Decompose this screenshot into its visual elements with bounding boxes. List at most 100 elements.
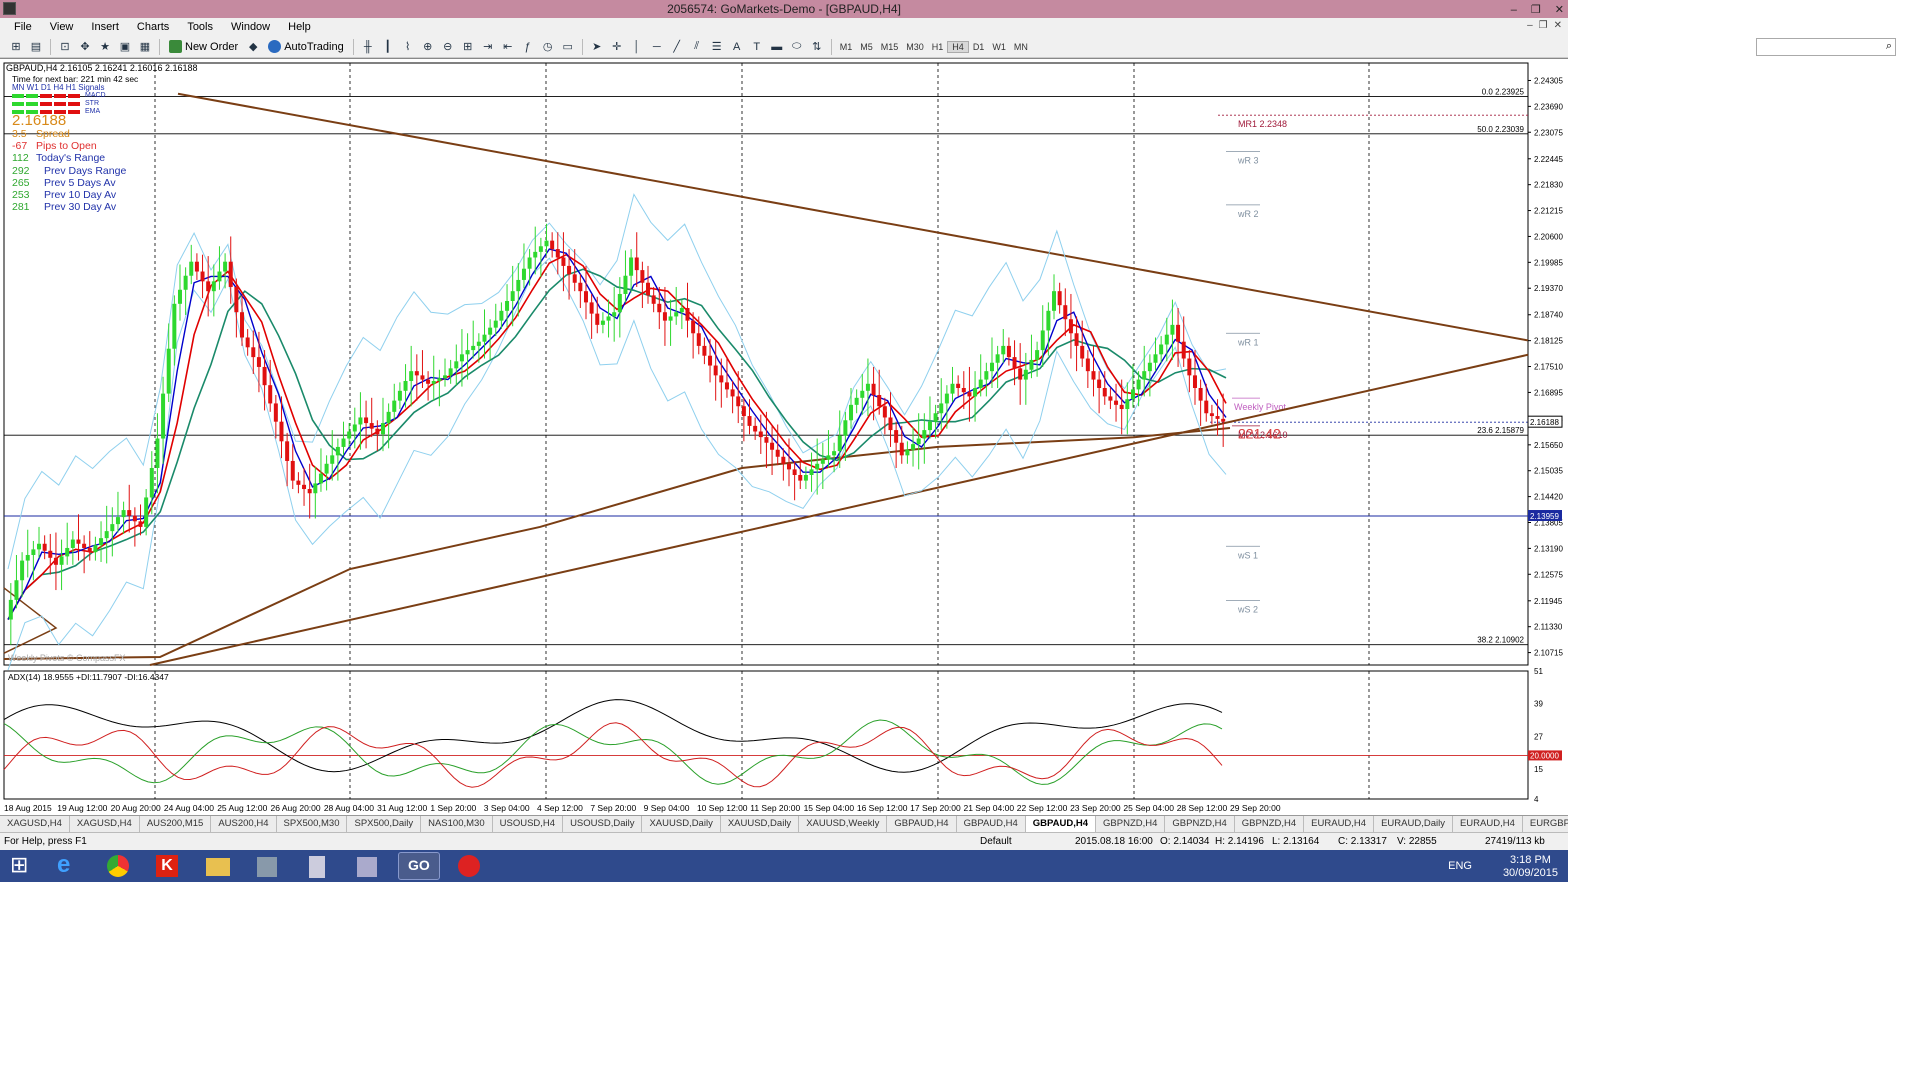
timeframe-mn[interactable]: MN (1010, 42, 1032, 52)
chart-tab[interactable]: XAUUSD,Daily (642, 816, 721, 832)
search-input[interactable]: ⌕ (1756, 38, 1896, 56)
ie-taskbar-icon[interactable]: e (46, 851, 88, 880)
candle-body (1091, 371, 1096, 380)
tester-icon[interactable]: ▦ (136, 38, 154, 56)
chrome-taskbar-icon[interactable] (96, 852, 138, 880)
chart-tab[interactable]: EURAUD,Daily (1374, 816, 1453, 832)
menu-file[interactable]: File (4, 18, 40, 36)
chart-tab[interactable]: USOUSD,Daily (563, 816, 643, 832)
candle-body (65, 547, 70, 557)
meta-editor-icon[interactable]: ◆ (244, 38, 262, 56)
candle-body (459, 354, 464, 362)
profile-name[interactable]: Default (980, 833, 1012, 851)
vertical-line-icon[interactable]: │ (628, 38, 646, 56)
menu-tools[interactable]: Tools (177, 18, 221, 36)
mdi-minimize-icon[interactable]: – (1527, 20, 1533, 31)
text-icon[interactable]: A (728, 38, 746, 56)
menu-view[interactable]: View (40, 18, 82, 36)
menu-window[interactable]: Window (221, 18, 278, 36)
menu-charts[interactable]: Charts (127, 18, 177, 36)
zoom-out-icon[interactable]: ⊖ (439, 38, 457, 56)
chart-shift-icon[interactable]: ⇤ (499, 38, 517, 56)
terminal-icon[interactable]: ▣ (116, 38, 134, 56)
maximize-button[interactable]: ❐ (1531, 1, 1541, 19)
rectangle-icon[interactable]: ▬ (768, 38, 786, 56)
periods-icon[interactable]: ◷ (539, 38, 557, 56)
chart-tab[interactable]: SPX500,Daily (347, 816, 422, 832)
text-label-icon[interactable]: T (748, 38, 766, 56)
language-indicator[interactable]: ENG (1448, 860, 1472, 873)
data-window-icon[interactable]: ✥ (76, 38, 94, 56)
explorer-taskbar-icon[interactable] (196, 852, 238, 880)
metatrader-taskbar-icon[interactable]: GO (398, 852, 440, 880)
timeframe-d1[interactable]: D1 (969, 42, 989, 52)
k-app-taskbar-icon[interactable]: K (146, 852, 188, 880)
zoom-in-icon[interactable]: ⊕ (419, 38, 437, 56)
calculator-taskbar-icon[interactable] (296, 852, 338, 880)
chart-tab[interactable]: AUS200,H4 (211, 816, 277, 832)
chart-tab[interactable]: GBPNZD,H4 (1165, 816, 1235, 832)
chart-window[interactable]: 2.24305 2.23690 2.23075 2.22445 2.21830 2.212… (0, 58, 1568, 814)
other-app-taskbar-icon[interactable] (448, 852, 490, 880)
ellipse-icon[interactable]: ⬭ (788, 38, 806, 56)
fibonacci-icon[interactable]: ☰ (708, 38, 726, 56)
autotrading-button[interactable]: AutoTrading (264, 38, 348, 56)
line-chart-icon[interactable]: ⌇ (399, 38, 417, 56)
tile-windows-icon[interactable]: ⊞ (459, 38, 477, 56)
templates-icon[interactable]: ▭ (559, 38, 577, 56)
start-button[interactable]: ⊞ (0, 852, 44, 880)
chart-tab[interactable]: GBPAUD,H4 (957, 816, 1026, 832)
chart-tab[interactable]: SPX500,M30 (277, 816, 348, 832)
timeframe-m1[interactable]: M1 (836, 42, 857, 52)
candlestick-icon[interactable]: ┃ (379, 38, 397, 56)
chart-tab[interactable]: EURGBP,H4 (1523, 816, 1568, 832)
chart-tab[interactable]: XAUUSD,Daily (721, 816, 800, 832)
close-button[interactable]: ✕ (1555, 1, 1564, 19)
timeframe-m15[interactable]: M15 (877, 42, 903, 52)
new-order-button[interactable]: New Order (165, 38, 242, 56)
chart-tab[interactable]: EURAUD,H4 (1304, 816, 1375, 832)
bar-chart-icon[interactable]: ╫ (359, 38, 377, 56)
chart-tab[interactable]: GBPNZD,H4 (1235, 816, 1305, 832)
indicators-icon[interactable]: ƒ (519, 38, 537, 56)
market-watch-icon[interactable]: ⊡ (56, 38, 74, 56)
mdi-restore-icon[interactable]: ❐ (1539, 20, 1548, 31)
crosshair-icon[interactable]: ✛ (608, 38, 626, 56)
navigator-icon[interactable]: ★ (96, 38, 114, 56)
chart-tab[interactable]: NAS100,M30 (421, 816, 493, 832)
app-taskbar-icon[interactable] (246, 852, 288, 880)
chart-tab[interactable]: USOUSD,H4 (493, 816, 564, 832)
timeframe-h4[interactable]: H4 (947, 40, 969, 53)
mdi-close-icon[interactable]: ✕ (1554, 20, 1562, 31)
timeframe-h1[interactable]: H1 (928, 42, 948, 52)
timeframe-w1[interactable]: W1 (988, 42, 1010, 52)
timeframe-m30[interactable]: M30 (902, 42, 928, 52)
candle-body (747, 416, 752, 426)
chart-tab[interactable]: EURAUD,H4 (1453, 816, 1523, 832)
timeframe-m5[interactable]: M5 (856, 42, 877, 52)
app-icon[interactable] (3, 2, 16, 15)
cursor-icon[interactable]: ➤ (588, 38, 606, 56)
chart-tab[interactable]: XAGUSD,H4 (70, 816, 140, 832)
adx-title: ADX(14) 18.9555 +DI:11.7907 -DI:16.4347 (8, 672, 169, 682)
minimize-button[interactable]: – (1511, 1, 1517, 19)
channel-icon[interactable]: ⫽ (688, 38, 706, 56)
system-tray[interactable]: ENG 3:18 PM 30/09/2015 (1448, 852, 1558, 880)
horizontal-line-icon[interactable]: ─ (648, 38, 666, 56)
arrows-icon[interactable]: ⇅ (808, 38, 826, 56)
chart-tab[interactable]: GBPNZD,H4 (1096, 816, 1166, 832)
chart-tab[interactable]: AUS200,M15 (140, 816, 212, 832)
network-taskbar-icon[interactable] (346, 852, 388, 880)
menu-help[interactable]: Help (278, 18, 319, 36)
trendline-icon[interactable]: ╱ (668, 38, 686, 56)
chart-tab[interactable]: GBPAUD,H4 (1025, 816, 1097, 832)
price-chart[interactable]: 2.24305 2.23690 2.23075 2.22445 2.21830 2.212… (0, 59, 1568, 815)
chart-tab[interactable]: XAUUSD,Weekly (799, 816, 888, 832)
search-icon[interactable]: ⌕ (1886, 40, 1892, 53)
menu-insert[interactable]: Insert (81, 18, 127, 36)
autoscroll-icon[interactable]: ⇥ (479, 38, 497, 56)
new-chart-icon[interactable]: ⊞ (7, 38, 25, 56)
chart-tab[interactable]: XAGUSD,H4 (0, 816, 70, 832)
profiles-icon[interactable]: ▤ (27, 38, 45, 56)
chart-tab[interactable]: GBPAUD,H4 (887, 816, 957, 832)
